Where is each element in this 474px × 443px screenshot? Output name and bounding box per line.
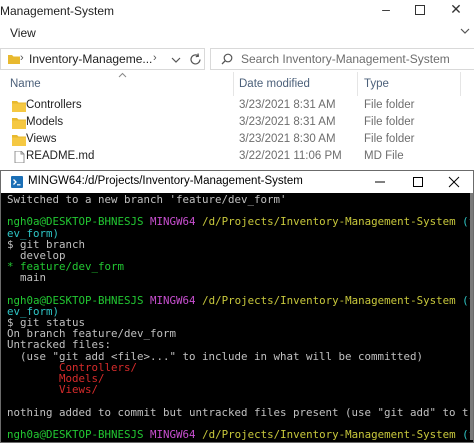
folder-icon <box>12 101 26 112</box>
file-date: 3/23/2021 8:31 AM <box>239 99 336 111</box>
terminal-line: Untracked files: <box>7 338 112 352</box>
chevron-down-icon[interactable] <box>460 26 470 36</box>
terminal-command: $ git branch <box>7 237 86 251</box>
column-date-modified[interactable]: Date modified <box>239 78 310 90</box>
prompt-path: /d/Projects/Inventory-Management-System <box>202 293 456 307</box>
terminal-line: Switched to a new branch 'feature/dev_fo… <box>7 194 287 206</box>
close-button[interactable]: ✕ <box>438 0 474 20</box>
terminal-output[interactable]: Switched to a new branch 'feature/dev_fo… <box>7 194 473 440</box>
folder-icon <box>12 135 26 146</box>
maximize-icon <box>415 5 425 15</box>
sort-up-icon <box>118 72 127 78</box>
file-row[interactable]: README.md 3/22/2021 11:06 PM MD File <box>0 149 474 166</box>
file-type: MD File <box>364 150 404 162</box>
terminal-line: nothing added to commit but untracked fi… <box>7 405 473 419</box>
branch-item-current: * feature/dev_form <box>7 260 125 274</box>
explorer-title-bar: Management-System – ✕ <box>0 0 474 20</box>
ribbon: View <box>0 20 474 44</box>
branch-item: main <box>7 271 47 285</box>
refresh-icon[interactable] <box>189 53 202 66</box>
explorer-title: Management-System <box>0 4 115 18</box>
prompt-line: ngh0a@DESKTOP-BHNESJS MINGW64 /d/Project… <box>7 429 473 440</box>
terminal-title-bar[interactable]: MINGW64:/d/Projects/Inventory-Management… <box>1 171 473 193</box>
file-name: Controllers <box>26 99 82 111</box>
file-name: README.md <box>26 150 95 162</box>
prompt-path: /d/Projects/Inventory-Management-System <box>202 427 456 440</box>
column-name[interactable]: Name <box>10 78 41 90</box>
chevron-down-icon[interactable] <box>171 56 181 64</box>
column-divider[interactable] <box>460 72 461 96</box>
file-date: 3/22/2021 11:06 PM <box>239 150 342 162</box>
close-button[interactable] <box>435 171 473 193</box>
address-bar[interactable]: › Inventory-Manageme... › <box>0 48 205 70</box>
maximize-button[interactable] <box>402 0 438 20</box>
prompt-env: MINGW64 <box>150 293 196 307</box>
maximize-icon <box>413 177 423 187</box>
minimize-icon <box>375 181 385 183</box>
file-type: File folder <box>364 116 415 128</box>
column-divider[interactable] <box>233 72 234 96</box>
mingw-icon <box>11 176 23 188</box>
chevron-right-icon: › <box>153 52 157 64</box>
column-type[interactable]: Type <box>364 78 389 90</box>
file-name: Models <box>26 116 64 128</box>
prompt-env: MINGW64 <box>150 215 196 229</box>
file-row[interactable]: Views 3/23/2021 8:30 AM File folder <box>0 132 474 149</box>
column-header: Name Date modified Type <box>0 72 474 96</box>
search-input[interactable]: Search Inventory-Management-System <box>241 52 450 66</box>
search-box[interactable]: Search Inventory-Management-System <box>210 48 474 70</box>
file-row[interactable]: Models 3/23/2021 8:31 AM File folder <box>0 115 474 132</box>
prompt-line: ngh0a@DESKTOP-BHNESJS MINGW64 /d/Project… <box>7 295 473 306</box>
prompt-line: ngh0a@DESKTOP-BHNESJS MINGW64 /d/Project… <box>7 216 473 227</box>
maximize-button[interactable] <box>399 171 437 193</box>
search-icon <box>221 53 233 65</box>
file-date: 3/23/2021 8:30 AM <box>239 133 336 145</box>
folder-icon <box>12 118 26 129</box>
scrollbar[interactable] <box>470 193 473 440</box>
minimize-button[interactable] <box>361 171 399 193</box>
chevron-right-icon: › <box>20 52 24 64</box>
terminal-window: MINGW64:/d/Projects/Inventory-Management… <box>0 170 474 443</box>
untracked-file: Views/ <box>7 383 99 397</box>
prompt-path: /d/Projects/Inventory-Management-System <box>202 215 456 229</box>
file-name: Views <box>26 133 57 145</box>
column-divider[interactable] <box>357 72 358 96</box>
address-row: › Inventory-Manageme... › Search Invento… <box>0 44 474 73</box>
file-type: File folder <box>364 99 415 111</box>
tab-view[interactable]: View <box>10 26 36 40</box>
minimize-button[interactable]: – <box>368 0 404 20</box>
prompt-env: MINGW64 <box>150 427 196 440</box>
file-row[interactable]: Controllers 3/23/2021 8:31 AM File folde… <box>0 98 474 115</box>
file-date: 3/23/2021 8:31 AM <box>239 116 336 128</box>
file-type: File folder <box>364 133 415 145</box>
folder-icon <box>8 55 20 64</box>
breadcrumb-segment[interactable]: Inventory-Manageme... <box>29 52 152 66</box>
close-icon <box>448 176 460 188</box>
terminal-title: MINGW64:/d/Projects/Inventory-Management… <box>28 175 303 187</box>
document-icon <box>14 151 25 163</box>
